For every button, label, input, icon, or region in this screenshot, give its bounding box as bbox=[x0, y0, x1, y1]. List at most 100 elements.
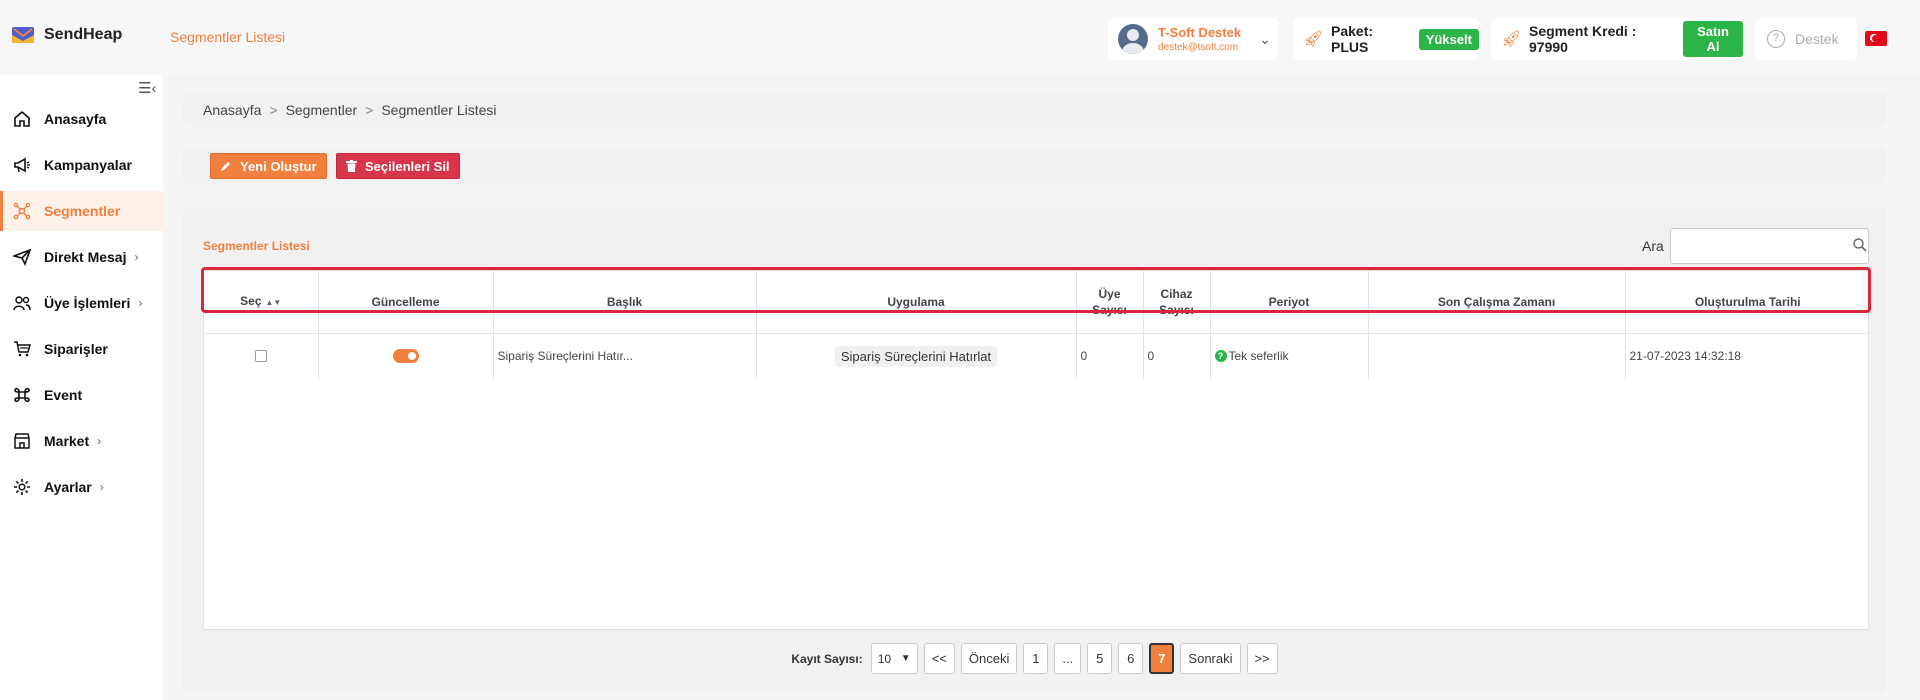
sidebar-item-label: Event bbox=[44, 387, 83, 403]
sort-icon: ▲▼ bbox=[265, 297, 282, 307]
search-input[interactable] bbox=[1670, 228, 1869, 264]
chevron-down-icon: ⌄ bbox=[1259, 30, 1271, 47]
sidebar-item-siparisler[interactable]: Siparişler bbox=[0, 329, 163, 369]
store-icon bbox=[12, 431, 32, 451]
create-new-button[interactable]: Yeni Oluştur bbox=[210, 153, 327, 179]
page-button-1[interactable]: 1 bbox=[1023, 643, 1049, 674]
breadcrumb-item-segments[interactable]: Segmentler bbox=[286, 102, 358, 118]
column-header-application: Uygulama bbox=[756, 271, 1077, 334]
column-header-select[interactable]: Seç ▲▼ bbox=[204, 271, 319, 334]
chevron-down-icon: ▼ bbox=[900, 653, 911, 664]
sidebar-item-label: Siparişler bbox=[44, 341, 108, 357]
sidebar-item-anasayfa[interactable]: Anasayfa bbox=[0, 99, 163, 139]
sidebar-item-market[interactable]: Market › bbox=[0, 421, 163, 461]
rocket-icon: 🚀︎ bbox=[1501, 31, 1522, 48]
page-size-label: Kayıt Sayısı: bbox=[791, 651, 863, 666]
sidebar-item-direkt-mesaj[interactable]: Direkt Mesaj › bbox=[0, 237, 163, 277]
user-email: destek@tsoft.com bbox=[1158, 41, 1239, 53]
sidebar-item-label: Market bbox=[44, 433, 90, 449]
page-ellipsis: ... bbox=[1054, 643, 1082, 674]
action-bar: Yeni Oluştur Seçilenleri Sil bbox=[183, 148, 1886, 184]
row-member-count: 0 bbox=[1076, 333, 1144, 379]
column-header-last-run: Son Çalışma Zamanı bbox=[1368, 271, 1626, 334]
megaphone-icon bbox=[12, 155, 32, 175]
credit-box: 🚀︎ Segment Kredi : 97990 Satın Al bbox=[1491, 18, 1743, 60]
sidebar-item-label: Üye İşlemleri bbox=[44, 295, 131, 311]
avatar bbox=[1118, 24, 1148, 54]
chevron-right-icon: › bbox=[134, 250, 139, 264]
sidebar-item-label: Ayarlar bbox=[44, 479, 92, 495]
update-toggle[interactable] bbox=[392, 349, 419, 364]
package-box: 🚀︎ Paket: PLUS Yükselt bbox=[1293, 18, 1479, 60]
app-name: SendHeap bbox=[44, 26, 123, 43]
pagination: Kayıt Sayısı: 10 ▼ << Önceki 1 ... 5 6 7… bbox=[183, 643, 1886, 674]
table-row[interactable]: Sipariş Süreçlerini Hatır... Sipariş Sür… bbox=[204, 333, 1870, 379]
sidebar-item-kampanyalar[interactable]: Kampanyalar bbox=[0, 145, 163, 185]
column-header-created-at: Oluşturulma Tarihi bbox=[1625, 271, 1870, 334]
sidebar-item-event[interactable]: Event bbox=[0, 375, 163, 415]
column-header-member-count: Üye Sayısı bbox=[1076, 271, 1144, 334]
gear-icon bbox=[12, 477, 32, 497]
row-device-count: 0 bbox=[1143, 333, 1211, 379]
row-select-checkbox[interactable] bbox=[254, 350, 267, 363]
trash-icon bbox=[346, 160, 357, 172]
credit-label: Segment Kredi : 97990 bbox=[1529, 23, 1637, 55]
row-period: Tek seferlik bbox=[1228, 349, 1289, 364]
sidebar: ☰‹ Anasayfa Kampanyalar Segmentler Direk… bbox=[0, 75, 163, 700]
breadcrumb-item-current: Segmentler Listesi bbox=[381, 102, 497, 118]
command-icon bbox=[12, 385, 32, 405]
column-header-device-count: Cihaz Sayısı bbox=[1143, 271, 1211, 334]
user-name: T-Soft Destek bbox=[1158, 24, 1242, 40]
buy-credit-button[interactable]: Satın Al bbox=[1683, 21, 1743, 57]
chevron-right-icon: › bbox=[97, 434, 102, 448]
sidebar-item-label: Direkt Mesaj bbox=[44, 249, 127, 265]
delete-selected-button[interactable]: Seçilenleri Sil bbox=[336, 153, 460, 179]
last-page-button[interactable]: >> bbox=[1246, 643, 1278, 674]
sidebar-item-ayarlar[interactable]: Ayarlar › bbox=[0, 467, 163, 507]
support-button[interactable]: ? Destek bbox=[1755, 18, 1857, 60]
page-button-6[interactable]: 6 bbox=[1118, 643, 1144, 674]
application-chip: Sipariş Süreçlerini Hatırlat bbox=[834, 345, 998, 367]
row-created-at: 21-07-2023 14:32:18 bbox=[1629, 349, 1741, 364]
table-header-row: Seç ▲▼ Güncelleme Başlık Uygulama Üye Say… bbox=[204, 271, 1870, 334]
cart-icon bbox=[12, 339, 32, 359]
breadcrumb-item-home[interactable]: Anasayfa bbox=[203, 102, 261, 118]
next-page-button[interactable]: Sonraki bbox=[1180, 643, 1241, 674]
logo[interactable]: SendHeap bbox=[12, 26, 122, 44]
chevron-right-icon: › bbox=[99, 480, 104, 494]
search-icon[interactable] bbox=[1852, 237, 1868, 253]
upgrade-button[interactable]: Yükselt bbox=[1418, 28, 1479, 50]
language-flag-icon[interactable] bbox=[1865, 31, 1887, 46]
sidebar-nav: Anasayfa Kampanyalar Segmentler Direkt M… bbox=[0, 99, 163, 513]
breadcrumb: Anasayfa > Segmentler > Segmentler Liste… bbox=[183, 93, 1886, 127]
package-label: Paket: PLUS bbox=[1331, 23, 1374, 55]
previous-page-button[interactable]: Önceki bbox=[960, 643, 1018, 674]
page-title: Segmentler Listesi bbox=[170, 29, 286, 45]
row-last-run bbox=[1368, 333, 1626, 379]
send-icon bbox=[12, 247, 32, 267]
sidebar-item-label: Anasayfa bbox=[44, 111, 107, 127]
column-header-title: Başlık bbox=[493, 271, 757, 334]
page-button-current[interactable]: 7 bbox=[1149, 643, 1175, 674]
sidebar-item-segmentler[interactable]: Segmentler bbox=[0, 191, 163, 231]
pencil-icon bbox=[221, 162, 230, 171]
home-icon bbox=[12, 109, 32, 129]
sidebar-item-uye-islemleri[interactable]: Üye İşlemleri › bbox=[0, 283, 163, 323]
list-title: Segmentler Listesi bbox=[203, 239, 310, 253]
row-title: Sipariş Süreçlerini Hatır... bbox=[493, 333, 757, 379]
segment-network-icon bbox=[12, 201, 32, 221]
help-circle-icon[interactable]: ? bbox=[1214, 350, 1227, 363]
delete-selected-label: Seçilenleri Sil bbox=[365, 158, 450, 174]
breadcrumb-separator: > bbox=[269, 102, 278, 118]
user-menu[interactable]: T-Soft Destek destek@tsoft.com ⌄ bbox=[1108, 18, 1278, 60]
page-size-select[interactable]: 10 ▼ bbox=[870, 643, 918, 674]
menu-collapse-icon[interactable]: ☰‹ bbox=[138, 79, 156, 97]
segments-list-card: Segmentler Listesi Ara Seç ▲▼ Güncelleme … bbox=[183, 207, 1886, 694]
first-page-button[interactable]: << bbox=[923, 643, 955, 674]
page-button-5[interactable]: 5 bbox=[1087, 643, 1113, 674]
search-label: Ara bbox=[1642, 238, 1664, 254]
logo-icon bbox=[12, 27, 34, 43]
sidebar-item-label: Kampanyalar bbox=[44, 157, 132, 173]
column-header-update: Güncelleme bbox=[318, 271, 494, 334]
segments-table: Seç ▲▼ Güncelleme Başlık Uygulama Üye Say… bbox=[203, 270, 1870, 630]
